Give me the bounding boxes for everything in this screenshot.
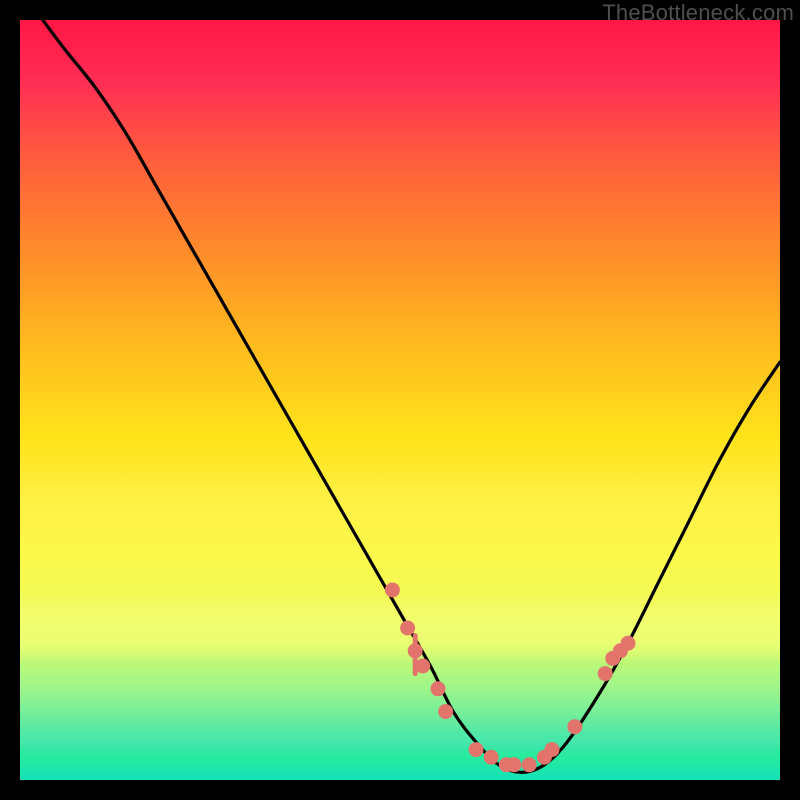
data-point (400, 621, 415, 636)
data-point (507, 757, 522, 772)
data-point (469, 742, 484, 757)
bottleneck-curve (43, 20, 780, 772)
data-point (438, 704, 453, 719)
data-point (621, 636, 636, 651)
data-point (522, 757, 537, 772)
chart-svg (20, 20, 780, 780)
data-point (598, 666, 613, 681)
data-points (385, 583, 636, 773)
data-point (545, 742, 560, 757)
watermark-text: TheBottleneck.com (602, 0, 794, 26)
data-point (484, 750, 499, 765)
data-point (385, 583, 400, 598)
data-point (567, 719, 582, 734)
chart-frame (20, 20, 780, 780)
data-point (431, 681, 446, 696)
